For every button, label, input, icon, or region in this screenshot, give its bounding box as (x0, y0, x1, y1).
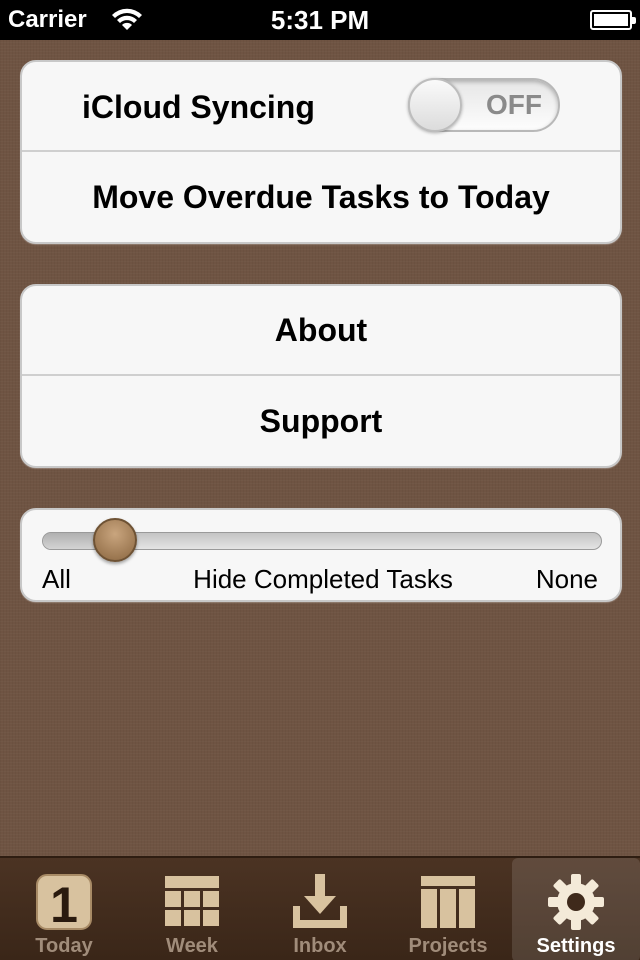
tab-projects-label: Projects (408, 935, 488, 957)
hide-completed-slider-knob[interactable] (92, 518, 137, 562)
tab-bar: 1 Today Week Inbox Projects Settings (0, 856, 640, 960)
projects-columns-icon (421, 876, 475, 928)
tab-today-label: Today (35, 935, 93, 957)
about-button[interactable]: About (22, 286, 620, 376)
tab-projects[interactable]: Projects (384, 858, 512, 960)
toggle-state-label: OFF (486, 89, 542, 120)
tab-inbox[interactable]: Inbox (256, 858, 384, 960)
icloud-syncing-cell: iCloud Syncing OFF (22, 62, 620, 152)
tab-settings[interactable]: Settings (512, 858, 640, 960)
status-time: 5:31 PM (270, 5, 370, 35)
icloud-syncing-toggle[interactable]: OFF (408, 78, 560, 132)
tab-settings-label: Settings (536, 935, 616, 957)
battery-icon (590, 10, 636, 30)
gear-icon (548, 874, 604, 930)
hide-completed-group: All Hide Completed Tasks None (20, 508, 622, 602)
tab-today[interactable]: 1 Today (0, 858, 128, 960)
calendar-day-icon: 1 (36, 874, 92, 932)
toggle-knob (408, 78, 462, 132)
today-day-number: 1 (50, 877, 78, 932)
tab-inbox-label: Inbox (293, 935, 347, 957)
tab-week[interactable]: Week (128, 858, 256, 960)
support-label: Support (259, 402, 383, 439)
move-overdue-tasks-button[interactable]: Move Overdue Tasks to Today (22, 152, 620, 242)
slider-title-label: Hide Completed Tasks (193, 564, 453, 594)
inbox-download-icon (293, 874, 347, 928)
settings-content: iCloud Syncing OFF Move Overdue Tasks to… (0, 40, 640, 856)
icloud-syncing-label: iCloud Syncing (82, 89, 315, 125)
week-grid-icon (165, 876, 219, 926)
move-overdue-tasks-label: Move Overdue Tasks to Today (92, 178, 550, 215)
info-group: About Support (20, 284, 622, 468)
support-button[interactable]: Support (22, 376, 620, 466)
sync-group: iCloud Syncing OFF Move Overdue Tasks to… (20, 60, 622, 244)
tab-week-label: Week (166, 935, 218, 957)
about-label: About (274, 311, 368, 348)
status-bar: Carrier 5:31 PM (0, 0, 640, 40)
slider-max-label: None (535, 564, 598, 594)
